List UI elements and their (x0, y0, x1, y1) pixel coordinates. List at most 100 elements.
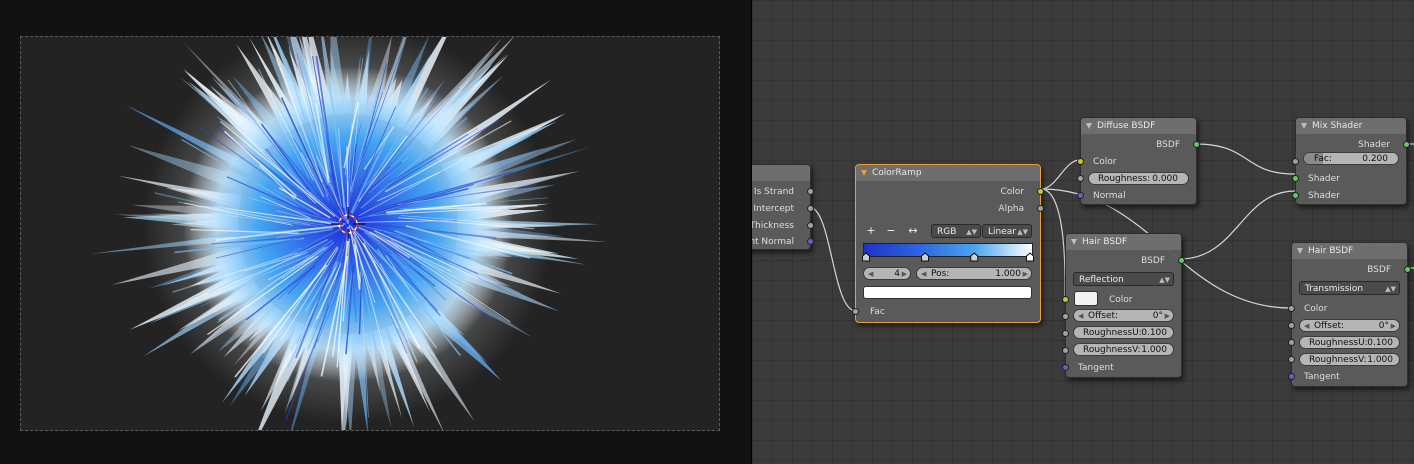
updown-arrows-icon: ▲▼ (1385, 285, 1396, 293)
socket-roughness-v-in[interactable] (1288, 356, 1295, 363)
node-title: Mix Shader (1312, 121, 1363, 131)
left-arrow-icon: ◀ (921, 270, 927, 278)
ramp-stop-handle[interactable] (970, 252, 979, 262)
remove-stop-button[interactable]: − (883, 224, 899, 238)
socket-intercept[interactable] (807, 205, 814, 212)
offset-value: 0° (1152, 311, 1163, 321)
node-header[interactable]: Diffuse BSDF (1081, 118, 1196, 134)
node-header[interactable]: ColorRamp (856, 165, 1040, 181)
socket-roughness-u-in[interactable] (1288, 339, 1295, 346)
socket-color-in[interactable] (1077, 158, 1084, 165)
roughness-u-value: 0.100 (1367, 338, 1393, 348)
node-header[interactable]: Hair BSDF (1292, 243, 1407, 259)
offset-value: 0° (1378, 321, 1389, 331)
component-dropdown[interactable]: Transmission ▲▼ (1299, 281, 1400, 295)
socket-shader-out[interactable] (1403, 141, 1410, 148)
component-dropdown[interactable]: Reflection ▲▼ (1073, 272, 1174, 286)
roughness-v-field[interactable]: RoughnessV: 1.000 (1299, 353, 1400, 366)
color-swatch[interactable] (1074, 291, 1098, 306)
socket-alpha-out[interactable] (1037, 205, 1044, 212)
stop-color-swatch[interactable] (863, 286, 1032, 299)
node-diffuse-bsdf[interactable]: Diffuse BSDF BSDF Color Roughness: 0.000… (1077, 117, 1200, 205)
collapse-triangle-icon[interactable] (861, 170, 867, 176)
input-tangent-label: Tangent (1304, 372, 1340, 382)
node-header[interactable]: Hair BSDF (1066, 234, 1181, 250)
node-title: ColorRamp (872, 168, 922, 178)
node-wires (808, 143, 1414, 312)
ramp-stop-handle[interactable] (921, 252, 930, 262)
roughness-u-field[interactable]: RoughnessU: 0.100 (1073, 326, 1174, 339)
left-arrow-icon: ◀ (1304, 322, 1310, 330)
socket-color-in[interactable] (1288, 305, 1295, 312)
node-hair-info[interactable]: Is Strand Intercept Thickness ent Normal (752, 164, 814, 250)
node-hair-bsdf-transmission[interactable]: Hair BSDF BSDF Transmission ▲▼ Color ◀ O… (1288, 242, 1411, 387)
fac-label: Fac: (1314, 154, 1332, 164)
ramp-stop-handle[interactable] (862, 252, 870, 262)
right-arrow-icon: ▶ (1390, 322, 1396, 330)
render-frame (20, 36, 720, 431)
socket-offset-in[interactable] (1288, 322, 1295, 329)
interpolation-dropdown[interactable]: Linear ▲▼ (982, 224, 1032, 238)
active-stop-field[interactable]: ◀ 4 ▶ (863, 267, 911, 280)
socket-normal-in[interactable] (1077, 192, 1084, 199)
socket-roughness-in[interactable] (1077, 175, 1084, 182)
ramp-stop-handle[interactable] (1026, 252, 1034, 262)
socket-roughness-v-in[interactable] (1062, 347, 1069, 354)
output-intercept: Intercept (753, 204, 794, 214)
socket-shader-in-2[interactable] (1292, 192, 1299, 199)
flip-ramp-button[interactable]: ↔ (905, 224, 921, 238)
roughness-u-field[interactable]: RoughnessU: 0.100 (1299, 336, 1400, 349)
socket-bsdf-out[interactable] (1404, 266, 1411, 273)
socket-bsdf-out[interactable] (1193, 141, 1200, 148)
socket-tangent-in[interactable] (1062, 364, 1069, 371)
offset-field[interactable]: ◀ Offset: 0° ▶ (1299, 319, 1400, 332)
node-editor[interactable]: Is Strand Intercept Thickness ent Normal… (752, 0, 1414, 464)
socket-thickness[interactable] (807, 222, 814, 229)
input-shader-2-label: Shader (1308, 191, 1340, 201)
socket-tangent-normal[interactable] (807, 238, 814, 245)
pos-field[interactable]: ◀ Pos: 1.000 ▶ (916, 267, 1032, 280)
add-stop-button[interactable]: + (863, 224, 879, 238)
socket-fac-in[interactable] (1292, 158, 1299, 165)
collapse-triangle-icon[interactable] (1086, 123, 1092, 129)
socket-bsdf-out[interactable] (1178, 257, 1185, 264)
roughness-field[interactable]: Roughness: 0.000 (1088, 172, 1189, 185)
node-header[interactable]: Mix Shader (1296, 118, 1406, 134)
render-viewport[interactable] (0, 0, 751, 464)
socket-offset-in[interactable] (1062, 313, 1069, 320)
ramp-stops[interactable] (856, 252, 1040, 266)
roughness-u-value: 0.100 (1141, 328, 1167, 338)
input-color-label: Color (1093, 157, 1117, 167)
input-color-label: Color (1109, 295, 1133, 305)
fur-ball-render (90, 37, 607, 430)
socket-roughness-u-in[interactable] (1062, 330, 1069, 337)
socket-fac-in[interactable] (852, 308, 859, 315)
socket-color-in[interactable] (1062, 296, 1069, 303)
output-color-label: Color (1000, 187, 1025, 197)
output-tangent-normal: ent Normal (752, 237, 794, 247)
socket-is-strand[interactable] (807, 188, 814, 195)
offset-label: Offset: (1314, 321, 1345, 331)
input-tangent-label: Tangent (1078, 363, 1114, 373)
node-colorramp[interactable]: ColorRamp Color Alpha + − ↔ RGB ▲▼ Linea… (852, 164, 1044, 323)
color-mode-dropdown[interactable]: RGB ▲▼ (931, 224, 981, 238)
node-hair-bsdf-reflection[interactable]: Hair BSDF BSDF Reflection ▲▼ Color ◀ Off… (1062, 233, 1185, 378)
socket-tangent-in[interactable] (1288, 373, 1295, 380)
roughness-v-label: RoughnessV: (1309, 355, 1367, 365)
input-color-label: Color (1304, 304, 1328, 314)
roughness-v-value: 1.000 (1367, 355, 1393, 365)
component-value: Transmission (1305, 284, 1364, 294)
fac-slider[interactable]: Fac: 0.200 (1303, 152, 1399, 165)
offset-field[interactable]: ◀ Offset: 0° ▶ (1073, 309, 1174, 322)
output-thickness: Thickness (752, 221, 794, 231)
collapse-triangle-icon[interactable] (1071, 239, 1077, 245)
right-arrow-icon: ▶ (901, 270, 907, 278)
output-bsdf-label: BSDF (1367, 265, 1391, 275)
roughness-v-field[interactable]: RoughnessV: 1.000 (1073, 343, 1174, 356)
node-mix-shader[interactable]: Mix Shader Shader Fac: 0.200 Shader Shad… (1292, 117, 1410, 205)
socket-shader-in-1[interactable] (1292, 175, 1299, 182)
node-header[interactable] (752, 165, 810, 181)
collapse-triangle-icon[interactable] (1301, 123, 1307, 129)
collapse-triangle-icon[interactable] (1297, 248, 1303, 254)
socket-color-out[interactable] (1037, 188, 1044, 195)
